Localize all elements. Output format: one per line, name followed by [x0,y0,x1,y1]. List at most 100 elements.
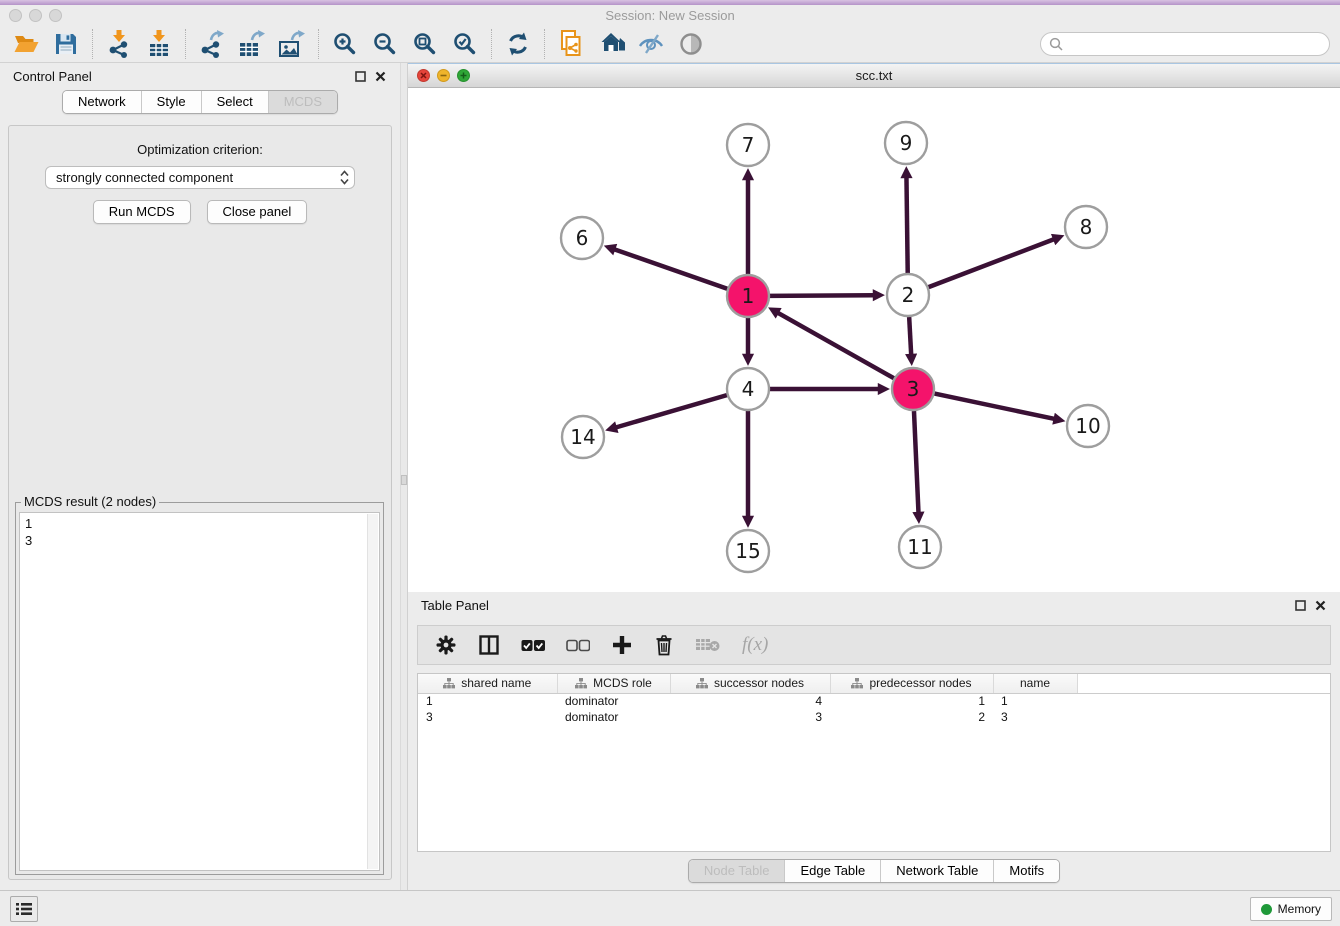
import-table-button[interactable] [139,27,179,61]
zoom-in-button[interactable] [325,27,365,61]
graph-edge-1-6[interactable] [614,249,727,289]
tab-node-table[interactable]: Node Table [689,860,785,882]
network-frame-titlebar[interactable]: scc.txt [408,64,1340,88]
column-header-mcds-role[interactable]: MCDS role [557,674,670,693]
zoom-selected-button[interactable] [445,27,485,61]
tab-edge-table[interactable]: Edge Table [784,860,880,882]
memory-button[interactable]: Memory [1250,897,1332,921]
export-image-button[interactable] [272,27,312,61]
mcds-result-line: 1 [25,515,374,532]
toolbar-separator [92,29,93,59]
apply-layout-button[interactable] [498,27,538,61]
tab-style[interactable]: Style [141,91,201,113]
close-panel-button-mcds[interactable]: Close panel [207,200,308,224]
table-options-button[interactable] [435,634,457,656]
splitter-grip[interactable] [401,475,407,485]
tab-network[interactable]: Network [63,91,141,113]
import-table-icon [146,30,172,58]
cell-name[interactable]: 3 [993,709,1077,725]
network-view-frame: scc.txt 1234678910111415 [408,63,1340,592]
optimization-criterion-label: Optimization criterion: [9,142,391,157]
toggle-styles-button[interactable] [631,27,671,61]
open-session-button[interactable] [6,27,46,61]
zoom-in-icon [332,31,358,57]
graph-edge-4-14[interactable] [616,395,727,427]
cell-shared-name[interactable]: 3 [418,709,557,725]
zoom-fit-button[interactable] [405,27,445,61]
network-graph: 1234678910111415 [408,88,1338,591]
column-visibility-button[interactable] [478,634,500,656]
clone-network-button[interactable] [551,27,591,61]
cell-mcds-role[interactable]: dominator [557,709,670,725]
export-table-button[interactable] [232,27,272,61]
graph-node-label: 1 [742,284,755,308]
deselect-all-rows-button[interactable] [566,639,590,652]
graph-edge-2-9[interactable] [906,177,907,273]
float-panel-button[interactable] [352,70,368,84]
toolbar-separator [185,29,186,59]
plus-icon [611,634,633,656]
close-table-panel-button[interactable] [1312,599,1328,613]
panel-splitter[interactable] [400,63,408,890]
tree-icon [851,678,863,689]
window-titlebar: Session: New Session [0,5,1340,25]
mcds-result-box: MCDS result (2 nodes) 1 3 [15,502,384,875]
graph-edge-3-1[interactable] [778,313,894,379]
cell-shared-name[interactable]: 1 [418,693,557,709]
network-canvas[interactable]: 1234678910111415 [408,88,1340,592]
graph-edge-3-11[interactable] [914,411,919,513]
cell-mcds-role[interactable]: dominator [557,693,670,709]
zoom-selected-icon [452,31,478,57]
columns-icon [478,634,500,656]
cell-predecessor-nodes[interactable]: 2 [830,709,993,725]
task-history-button[interactable] [10,896,38,922]
table-panel-tabs: Node Table Edge Table Network Table Moti… [408,859,1340,883]
network-frame-title: scc.txt [408,68,1340,83]
mcds-result-text[interactable]: 1 3 [19,512,380,871]
tab-network-table[interactable]: Network Table [880,860,993,882]
float-table-panel-button[interactable] [1292,599,1308,613]
graph-edge-1-2[interactable] [770,295,874,296]
cell-predecessor-nodes[interactable]: 1 [830,693,993,709]
close-panel-button[interactable] [372,70,388,84]
graph-edge-2-8[interactable] [929,239,1055,287]
graph-node-label: 6 [576,226,589,250]
list-icon [15,901,33,917]
tab-motifs[interactable]: Motifs [993,860,1059,882]
select-all-rows-button[interactable] [521,639,545,652]
cell-successor-nodes[interactable]: 3 [670,709,830,725]
cell-name[interactable]: 1 [993,693,1077,709]
table-row[interactable]: 1 dominator 4 1 1 [418,693,1330,709]
style-eye-icon [637,32,665,56]
zoom-out-button[interactable] [365,27,405,61]
import-network-icon [106,30,132,58]
save-session-button[interactable] [46,27,86,61]
column-header-successor-nodes[interactable]: successor nodes [670,674,830,693]
tab-mcds[interactable]: MCDS [268,91,337,113]
export-network-button[interactable] [192,27,232,61]
run-mcds-button[interactable]: Run MCDS [93,200,191,224]
graph-edge-3-10[interactable] [935,394,1055,419]
tab-select[interactable]: Select [201,91,268,113]
graph-edge-2-3[interactable] [909,317,911,355]
add-column-button[interactable] [611,634,633,656]
refresh-icon [505,31,531,57]
delete-table-button[interactable] [695,637,721,653]
import-network-button[interactable] [99,27,139,61]
search-input[interactable] [1040,32,1330,56]
result-scrollbar[interactable] [367,514,378,869]
function-builder-button[interactable]: f(x) [742,634,768,656]
checked-boxes-icon [521,639,545,652]
open-folder-icon [13,32,40,56]
cell-successor-nodes[interactable]: 4 [670,693,830,709]
column-header-name[interactable]: name [993,674,1077,693]
table-row[interactable]: 3 dominator 3 2 3 [418,709,1330,725]
show-all-networks-button[interactable] [591,27,631,61]
delete-columns-button[interactable] [654,634,674,656]
column-header-shared-name[interactable]: shared name [418,674,557,693]
show-hide-button[interactable] [671,27,711,61]
control-panel-title: Control Panel [13,69,92,84]
criterion-select[interactable]: strongly connected component [45,166,355,189]
column-header-predecessor-nodes[interactable]: predecessor nodes [830,674,993,693]
mcds-result-line: 3 [25,532,374,549]
